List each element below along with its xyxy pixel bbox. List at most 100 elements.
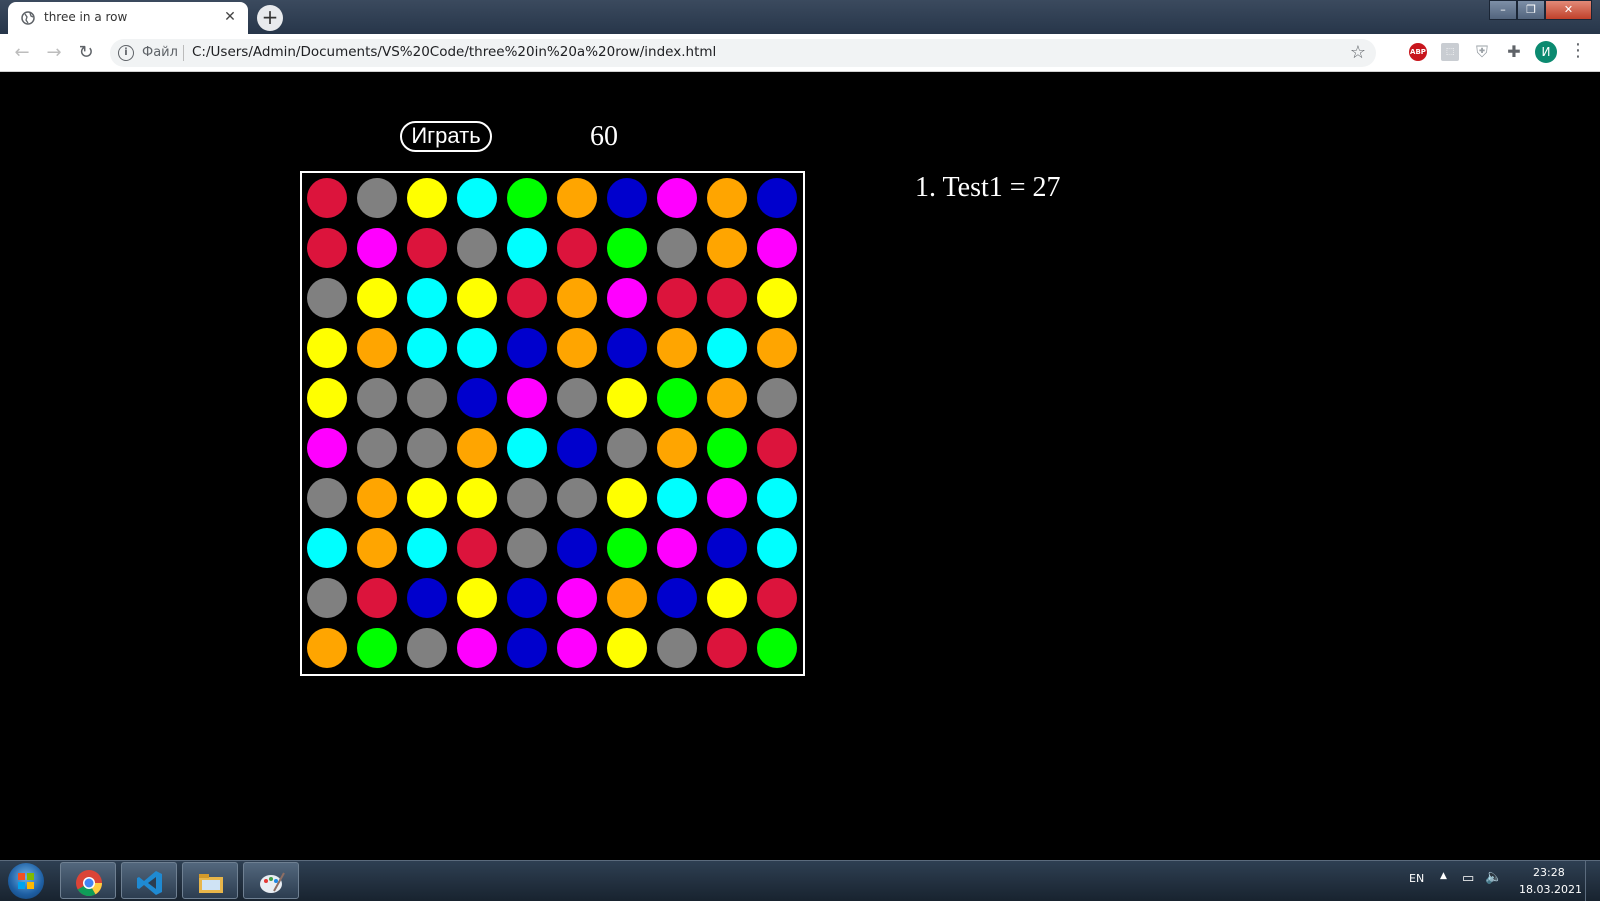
gem[interactable]: [557, 228, 597, 268]
gem[interactable]: [357, 628, 397, 668]
gem[interactable]: [457, 478, 497, 518]
gem[interactable]: [307, 378, 347, 418]
gem[interactable]: [657, 528, 697, 568]
gem[interactable]: [457, 378, 497, 418]
gem[interactable]: [557, 578, 597, 618]
taskbar-vscode[interactable]: [121, 862, 177, 899]
gem[interactable]: [357, 578, 397, 618]
gem[interactable]: [607, 378, 647, 418]
gem[interactable]: [357, 478, 397, 518]
gem[interactable]: [507, 478, 547, 518]
gem[interactable]: [757, 628, 797, 668]
gem[interactable]: [357, 528, 397, 568]
gem[interactable]: [507, 328, 547, 368]
gem[interactable]: [407, 628, 447, 668]
gem[interactable]: [707, 228, 747, 268]
forward-arrow-icon[interactable]: →: [41, 40, 67, 66]
new-tab-button[interactable]: +: [257, 5, 283, 31]
gem[interactable]: [607, 428, 647, 468]
gem[interactable]: [307, 628, 347, 668]
gem[interactable]: [507, 628, 547, 668]
gem[interactable]: [357, 178, 397, 218]
play-button[interactable]: Играть: [400, 121, 492, 152]
gem[interactable]: [557, 378, 597, 418]
gem[interactable]: [757, 278, 797, 318]
gem[interactable]: [757, 228, 797, 268]
gem[interactable]: [457, 578, 497, 618]
gem[interactable]: [657, 478, 697, 518]
back-arrow-icon[interactable]: ←: [9, 40, 35, 66]
gem[interactable]: [357, 278, 397, 318]
pdf-icon[interactable]: ⬚: [1441, 43, 1459, 61]
gem[interactable]: [407, 578, 447, 618]
browser-tab[interactable]: three in a row ✕: [8, 2, 248, 34]
close-window-button[interactable]: ✕: [1545, 0, 1592, 20]
gem[interactable]: [407, 328, 447, 368]
gem[interactable]: [707, 428, 747, 468]
gem[interactable]: [357, 328, 397, 368]
menu-icon[interactable]: ⋮: [1569, 40, 1587, 61]
gem[interactable]: [757, 578, 797, 618]
taskbar-chrome[interactable]: [60, 862, 116, 899]
reload-icon[interactable]: ↻: [73, 40, 99, 66]
gem[interactable]: [607, 278, 647, 318]
gem[interactable]: [457, 628, 497, 668]
star-icon[interactable]: ☆: [1350, 42, 1366, 63]
gem[interactable]: [707, 628, 747, 668]
gem[interactable]: [407, 528, 447, 568]
gem[interactable]: [757, 528, 797, 568]
gem[interactable]: [307, 528, 347, 568]
gem[interactable]: [307, 328, 347, 368]
gem[interactable]: [607, 628, 647, 668]
gem[interactable]: [357, 428, 397, 468]
tab-close-icon[interactable]: ✕: [220, 7, 240, 27]
gem[interactable]: [457, 228, 497, 268]
gem[interactable]: [707, 178, 747, 218]
gem[interactable]: [457, 178, 497, 218]
gem[interactable]: [607, 478, 647, 518]
gem[interactable]: [507, 528, 547, 568]
taskbar-explorer[interactable]: [182, 862, 238, 899]
gem[interactable]: [607, 578, 647, 618]
gem[interactable]: [407, 278, 447, 318]
gem[interactable]: [707, 478, 747, 518]
gem[interactable]: [657, 228, 697, 268]
gem[interactable]: [507, 228, 547, 268]
gem[interactable]: [607, 178, 647, 218]
gem[interactable]: [757, 428, 797, 468]
show-desktop-button[interactable]: [1585, 861, 1600, 901]
url-text[interactable]: C:/Users/Admin/Documents/VS%20Code/three…: [192, 44, 716, 60]
gem[interactable]: [557, 628, 597, 668]
gem[interactable]: [657, 578, 697, 618]
gem[interactable]: [557, 178, 597, 218]
puzzle-icon[interactable]: ✚: [1505, 43, 1523, 61]
gem[interactable]: [307, 178, 347, 218]
gem[interactable]: [757, 178, 797, 218]
minimize-button[interactable]: –: [1489, 0, 1517, 20]
gem[interactable]: [707, 328, 747, 368]
language-indicator[interactable]: EN: [1409, 872, 1424, 885]
gem[interactable]: [657, 178, 697, 218]
network-icon[interactable]: ▭: [1462, 871, 1474, 886]
gem[interactable]: [657, 328, 697, 368]
gem[interactable]: [607, 328, 647, 368]
gem[interactable]: [507, 178, 547, 218]
gem[interactable]: [707, 278, 747, 318]
gem[interactable]: [557, 528, 597, 568]
profile-avatar[interactable]: И: [1535, 41, 1557, 63]
gem[interactable]: [307, 578, 347, 618]
tray-expand-icon[interactable]: ▲: [1440, 871, 1447, 881]
shield-icon[interactable]: ⛨: [1473, 43, 1491, 61]
gem[interactable]: [657, 628, 697, 668]
gem[interactable]: [557, 428, 597, 468]
gem[interactable]: [757, 378, 797, 418]
gem[interactable]: [407, 378, 447, 418]
gem[interactable]: [457, 328, 497, 368]
gem[interactable]: [557, 478, 597, 518]
gem[interactable]: [607, 228, 647, 268]
gem[interactable]: [757, 478, 797, 518]
gem[interactable]: [657, 428, 697, 468]
gem[interactable]: [557, 328, 597, 368]
info-icon[interactable]: i: [118, 45, 134, 61]
gem[interactable]: [357, 228, 397, 268]
